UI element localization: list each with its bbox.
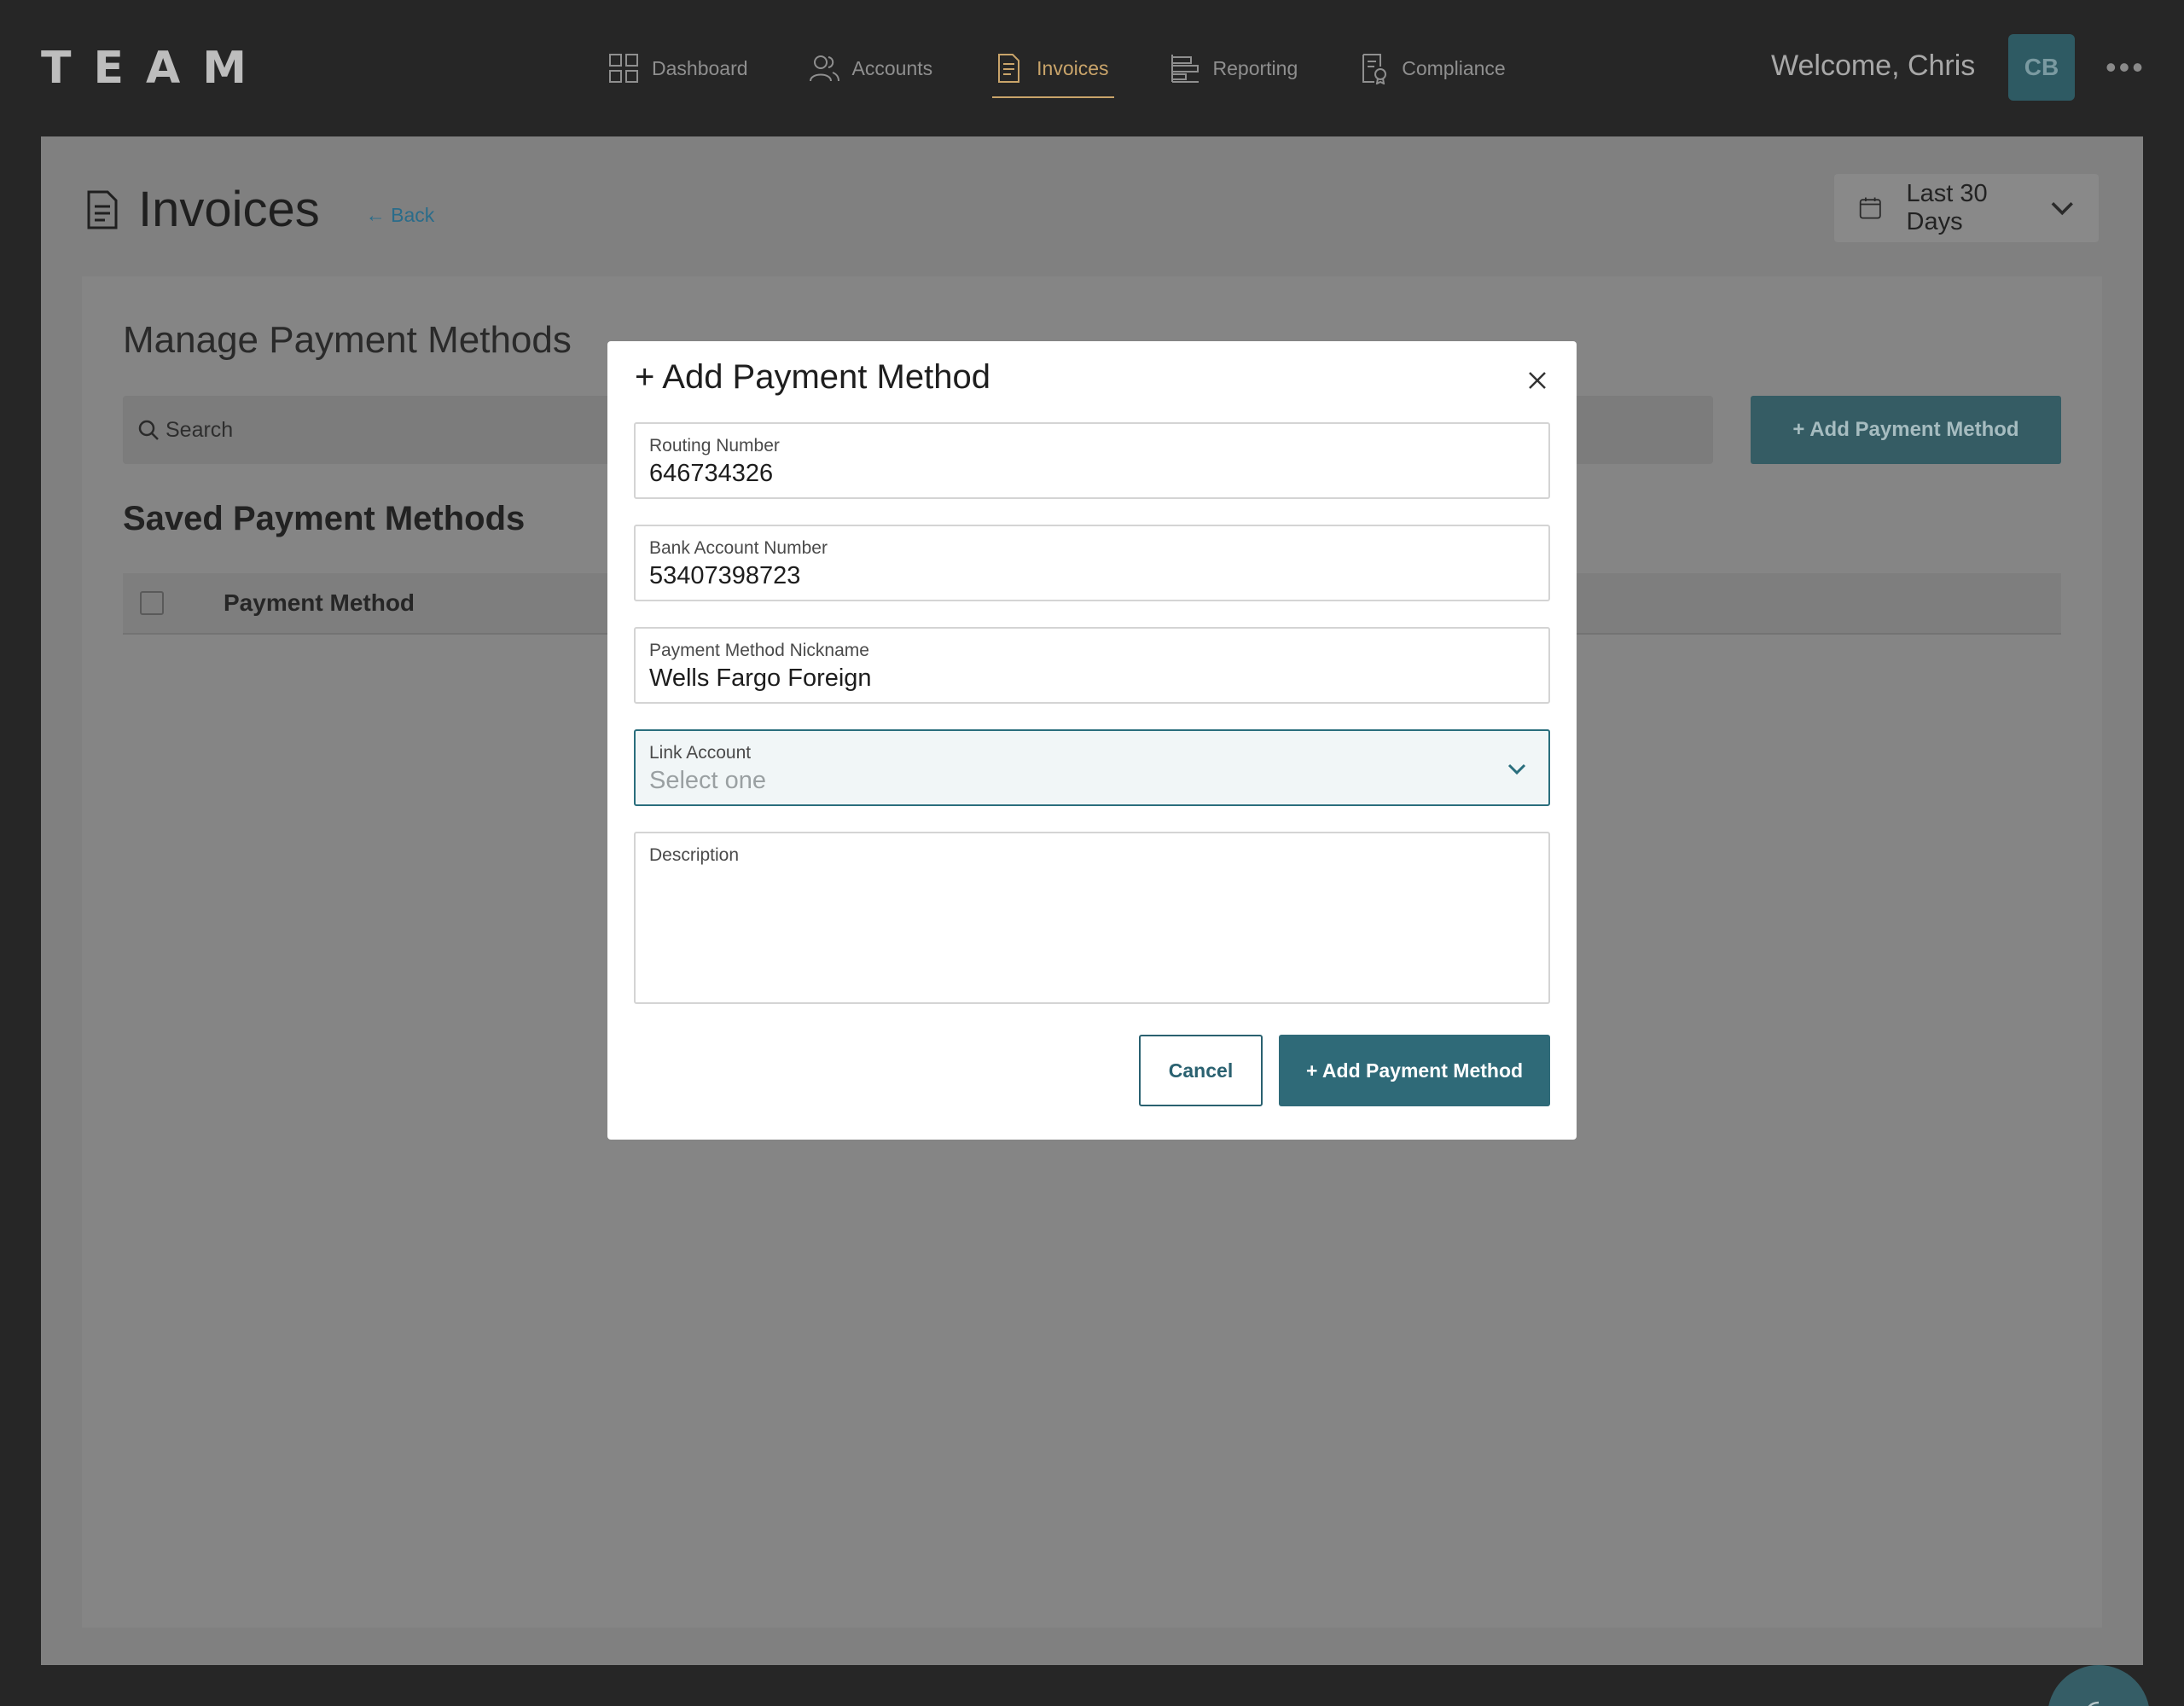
column-header-payment-method[interactable]: Payment Method bbox=[224, 589, 415, 617]
more-menu-icon[interactable]: ••• bbox=[2106, 49, 2146, 85]
field-label: Description bbox=[649, 845, 740, 865]
section-title: Manage Payment Methods bbox=[123, 319, 572, 361]
calendar-icon bbox=[1859, 197, 1881, 219]
main-nav: Dashboard Accounts Invoices Reporting Co… bbox=[607, 34, 1565, 102]
chat-button[interactable] bbox=[2048, 1665, 2150, 1706]
users-icon bbox=[809, 55, 839, 82]
cancel-button[interactable]: Cancel bbox=[1139, 1035, 1263, 1106]
date-range-label: Last 30 Days bbox=[1906, 180, 1988, 235]
nav-item-accounts[interactable]: Accounts bbox=[808, 40, 933, 96]
nickname-value[interactable]: Wells Fargo Foreign bbox=[649, 664, 1535, 693]
nav-item-compliance[interactable]: Compliance bbox=[1357, 40, 1506, 96]
modal-title: + Add Payment Method bbox=[635, 358, 990, 396]
nickname-field[interactable]: Payment Method Nickname Wells Fargo Fore… bbox=[634, 627, 1550, 704]
nav-item-label: Invoices bbox=[1037, 56, 1109, 79]
nav-item-reporting[interactable]: Reporting bbox=[1169, 40, 1298, 96]
link-account-placeholder: Select one bbox=[649, 767, 767, 794]
description-field[interactable]: Description bbox=[634, 832, 1550, 1004]
saved-methods-title: Saved Payment Methods bbox=[123, 500, 526, 537]
field-label: Payment Method Nickname bbox=[649, 641, 869, 660]
link-account-select[interactable]: Link Account Select one bbox=[634, 729, 1550, 806]
document-icon bbox=[998, 54, 1020, 83]
nav-item-label: Dashboard bbox=[652, 56, 748, 79]
nav-item-invoices[interactable]: Invoices bbox=[992, 40, 1114, 98]
chevron-down-icon bbox=[2052, 202, 2074, 216]
bar-chart-icon bbox=[1170, 55, 1199, 83]
nav-item-label: Accounts bbox=[851, 56, 933, 79]
add-payment-method-modal: + Add Payment Method Routing Number 6467… bbox=[607, 341, 1577, 1140]
date-range-select[interactable]: Last 30 Days bbox=[1834, 174, 2099, 242]
field-label: Routing Number bbox=[649, 436, 780, 456]
welcome-text: Welcome, Chris bbox=[1771, 49, 1976, 82]
add-payment-method-button[interactable]: + Add Payment Method bbox=[1751, 396, 2061, 464]
document-icon bbox=[87, 190, 118, 229]
top-navigation: TEAM Dashboard Accounts Invoices Reporti… bbox=[0, 0, 2184, 136]
routing-number-value[interactable]: 646734326 bbox=[649, 460, 1535, 488]
nav-item-dashboard[interactable]: Dashboard bbox=[607, 40, 748, 96]
submit-add-payment-method-button[interactable]: + Add Payment Method bbox=[1279, 1035, 1550, 1106]
avatar[interactable]: CB bbox=[2008, 34, 2075, 101]
routing-number-field[interactable]: Routing Number 646734326 bbox=[634, 422, 1550, 499]
close-icon[interactable] bbox=[1524, 367, 1551, 394]
field-label: Bank Account Number bbox=[649, 538, 828, 558]
nav-item-label: Reporting bbox=[1212, 56, 1298, 79]
compliance-icon bbox=[1362, 54, 1387, 84]
app-logo[interactable]: TEAM bbox=[41, 43, 269, 94]
select-all-checkbox[interactable] bbox=[140, 591, 164, 615]
nav-item-label: Compliance bbox=[1402, 56, 1506, 79]
grid-icon bbox=[609, 54, 638, 83]
search-icon bbox=[138, 420, 159, 440]
bank-account-number-value[interactable]: 53407398723 bbox=[649, 562, 1535, 590]
page-title: Invoices bbox=[138, 182, 320, 237]
bank-account-number-field[interactable]: Bank Account Number 53407398723 bbox=[634, 525, 1550, 601]
back-link[interactable]: ← Back bbox=[366, 204, 435, 227]
search-input[interactable] bbox=[166, 417, 677, 443]
chevron-down-icon bbox=[1507, 763, 1526, 775]
page-header: Invoices ← Back bbox=[85, 181, 434, 238]
chat-icon bbox=[2088, 1701, 2100, 1706]
field-label: Link Account bbox=[649, 743, 752, 763]
